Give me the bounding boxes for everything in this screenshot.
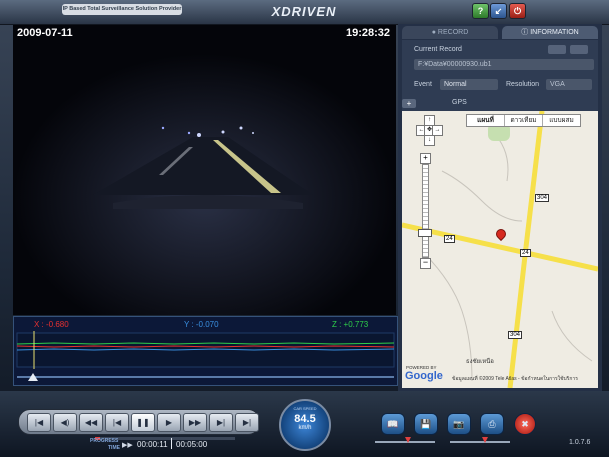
zoom-slider[interactable] — [422, 164, 429, 258]
step-forward-button[interactable]: ▶| — [209, 413, 233, 432]
transport-controls: |◀ ◀) ◀◀ |◀ ❚❚ ▶ ▶▶ ▶| ▶| — [18, 409, 260, 435]
play-button[interactable]: ▶ — [157, 413, 181, 432]
video-view[interactable]: 2009-07-11 19:28:32 — [13, 25, 396, 315]
road-label-24-left: 24 — [444, 235, 455, 243]
zoom-out-button[interactable]: − — [420, 258, 431, 269]
skip-start-button[interactable]: |◀ — [27, 413, 51, 432]
map-type-hybrid[interactable]: แบบผสม — [543, 115, 580, 126]
pan-control[interactable]: ↑ ← ✥ → ↓ — [416, 115, 443, 146]
help-button[interactable]: ? — [472, 3, 489, 19]
map-copyright: ข้อมูลแผนที่ ©2009 Tele Atlas - ข้อกำหนด… — [452, 376, 578, 382]
road-label-304-bottom: 304 — [508, 331, 523, 339]
time-label: TIME — [108, 445, 120, 451]
progress-label: PROGRESS — [90, 438, 119, 444]
video-time: 19:28:32 — [345, 27, 390, 39]
record-info-section: Current Record F:¥Data¥00000930.ub1 Even… — [402, 40, 598, 122]
tab-information[interactable]: ⓘ INFORMATION — [502, 26, 598, 39]
video-date: 2009-07-11 — [17, 27, 73, 39]
playback-bar: |◀ ◀) ◀◀ |◀ ❚❚ ▶ ▶▶ ▶| ▶| PROGRESS TIME … — [0, 391, 609, 457]
place-label: ธงชัยเหนือ — [466, 359, 494, 365]
google-logo: Google — [405, 370, 443, 382]
brightness-slider[interactable] — [450, 441, 510, 443]
snapshot-button[interactable]: 📷 — [447, 413, 471, 435]
volume-button[interactable]: ◀) — [53, 413, 77, 432]
timeline-marker[interactable] — [28, 373, 38, 381]
save-button[interactable]: 💾 — [414, 413, 438, 435]
night-road-image — [13, 25, 396, 315]
next-record-button[interactable] — [570, 45, 588, 54]
time-separator — [171, 438, 172, 449]
map-book-button[interactable]: 📖 — [381, 413, 405, 435]
map-type-satellite[interactable]: ดาวเทียม — [505, 115, 543, 126]
print-button[interactable]: ⎙ — [480, 413, 504, 435]
sensor-traces — [16, 331, 395, 378]
prev-record-button[interactable] — [548, 45, 566, 54]
skip-end-button[interactable]: ▶| — [235, 413, 259, 432]
rewind-button[interactable]: ◀◀ — [79, 413, 103, 432]
app-logo: XDRIVEN — [271, 4, 337, 19]
event-value: Normal — [440, 79, 498, 90]
speed-value: 84.5 — [294, 413, 316, 425]
close-button[interactable]: ⏻ — [509, 3, 526, 19]
gps-map[interactable]: 304 24 24 304 แผนที่ ดาวเทียม แบบผสม ↑ ←… — [402, 111, 598, 388]
road-label-24-right: 24 — [520, 249, 531, 257]
speed-gauge: CAR SPEED 84.5 km/h — [279, 399, 331, 451]
tab-record[interactable]: ● RECORD — [402, 26, 498, 39]
event-label: Event — [414, 81, 432, 88]
total-time: 00:05:00 — [176, 440, 208, 449]
step-back-button[interactable]: |◀ — [105, 413, 129, 432]
version-label: 1.0.7.6 — [569, 439, 591, 446]
road-label-304-top: 304 — [535, 194, 550, 202]
g-sensor-graph: X : -0.680 Y : -0.070 Z : +0.773 — [13, 316, 398, 386]
settings-button[interactable]: ✖ — [514, 413, 536, 435]
map-type-map[interactable]: แผนที่ — [467, 115, 505, 126]
current-record-label: Current Record — [414, 46, 462, 53]
map-type-switcher: แผนที่ ดาวเทียม แบบผสม — [466, 114, 581, 127]
brightness-thumb[interactable] — [482, 437, 488, 443]
resolution-label: Resolution — [506, 81, 540, 88]
pause-button[interactable]: ❚❚ — [131, 413, 155, 432]
speed-unit: km/h — [298, 425, 312, 431]
minimize-button[interactable]: ↙ — [490, 3, 507, 19]
info-icon: ⓘ — [521, 29, 531, 36]
tagline: IP Based Total Surveillance Solution Pro… — [62, 4, 182, 15]
volume-thumb[interactable] — [405, 437, 411, 443]
map-roads — [402, 111, 598, 388]
play-indicator-icon: ▶▶ — [122, 442, 133, 449]
record-file-path: F:¥Data¥00000930.ub1 — [414, 59, 594, 70]
resolution-value: VGA — [546, 79, 592, 90]
gps-label: GPS — [452, 99, 467, 106]
zoom-slider-thumb[interactable] — [418, 229, 432, 237]
fast-forward-button[interactable]: ▶▶ — [183, 413, 207, 432]
elapsed-time: 00:00:11 — [137, 440, 168, 449]
title-bar: IP Based Total Surveillance Solution Pro… — [0, 0, 609, 25]
zoom-in-button[interactable]: + — [420, 153, 431, 164]
app-window: IP Based Total Surveillance Solution Pro… — [0, 0, 609, 457]
gps-header: + GPS — [402, 99, 598, 109]
pan-down-icon[interactable]: ↓ — [424, 135, 435, 146]
info-panel: ● RECORD ⓘ INFORMATION Current Record F:… — [398, 24, 602, 391]
gps-add-button[interactable]: + — [402, 99, 416, 108]
speed-caption: CAR SPEED — [293, 406, 317, 411]
